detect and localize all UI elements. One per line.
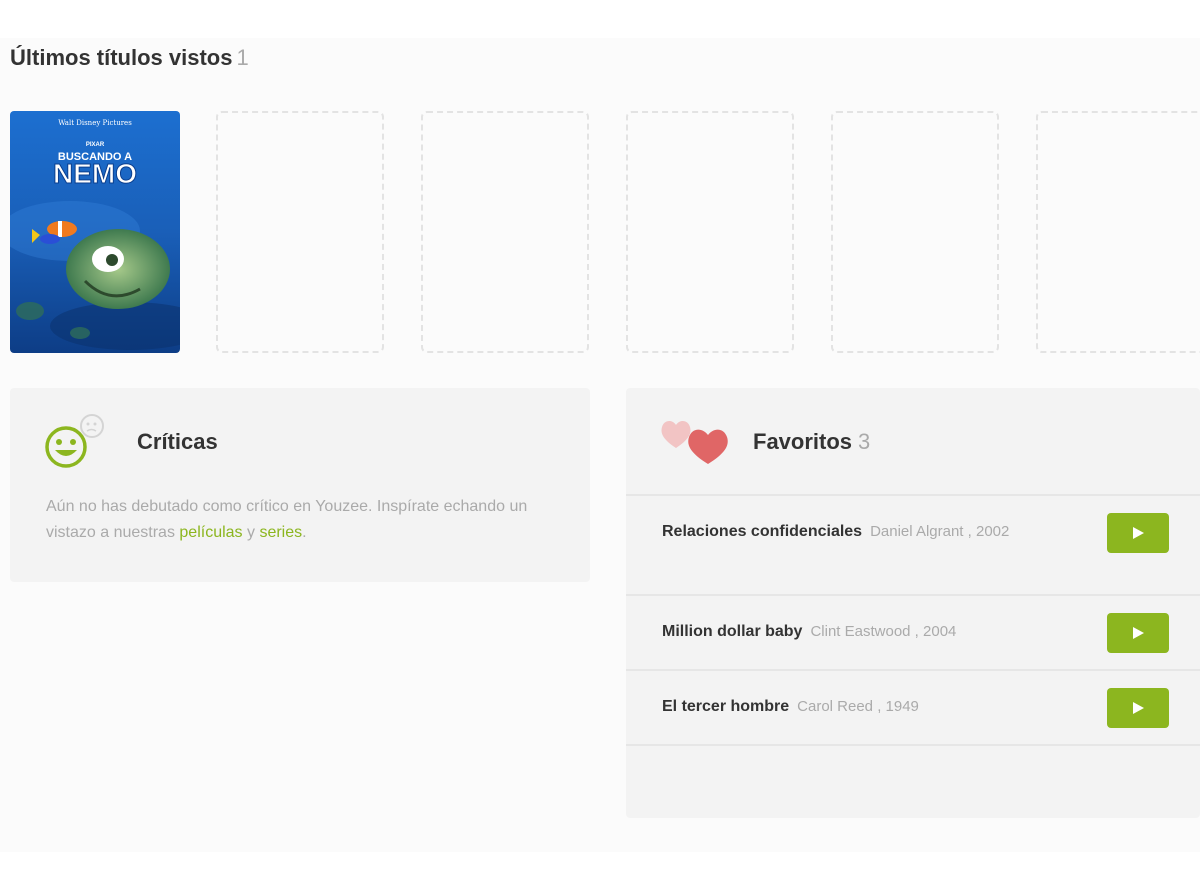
favorite-title[interactable]: Million dollar baby	[662, 623, 802, 640]
favoritos-count: 3	[858, 429, 871, 454]
empty-slot	[626, 111, 794, 353]
favorite-info: Million dollar baby Clint Eastwood , 2004	[662, 619, 1062, 645]
play-icon	[1133, 702, 1144, 714]
series-link[interactable]: series	[259, 524, 302, 541]
play-icon	[1133, 627, 1144, 639]
criticas-title: Críticas	[137, 429, 218, 454]
favorite-meta: Clint Eastwood , 2004	[810, 623, 957, 640]
criticas-panel: Críticas Aún no has debutado como crític…	[10, 388, 590, 582]
poster-studio-2: PIXAR	[86, 142, 105, 148]
favorite-title[interactable]: El tercer hombre	[662, 698, 789, 715]
poster-studio: Walt Disney Pictures	[58, 119, 132, 127]
empty-slot	[216, 111, 384, 353]
empty-slot	[1036, 111, 1200, 353]
favoritos-panel: Favoritos 3 Relaciones confidenciales Dani…	[626, 388, 1200, 818]
criticas-text-after: .	[302, 524, 307, 541]
favorite-item[interactable]: El tercer hombre Carol Reed , 1949	[626, 669, 1200, 745]
favoritos-heading: Favoritos 3	[753, 429, 870, 455]
criticas-text-middle: y	[242, 524, 260, 541]
peliculas-link[interactable]: películas	[179, 524, 242, 541]
play-button[interactable]	[1107, 688, 1169, 728]
recent-count: 1	[236, 45, 249, 70]
favorite-item[interactable]: Relaciones confidenciales Daniel Algrant …	[626, 494, 1200, 596]
recent-section-title: Últimos títulos vistos 1	[10, 45, 249, 71]
empty-slot	[421, 111, 589, 353]
recent-title-text: Últimos títulos vistos	[10, 45, 233, 70]
top-band	[0, 0, 1200, 38]
bottom-band	[0, 852, 1200, 884]
favorite-meta: Daniel Algrant , 2002	[870, 523, 1010, 540]
play-button[interactable]	[1107, 613, 1169, 653]
favorites-divider	[626, 744, 1200, 746]
favoritos-title: Favoritos	[753, 429, 853, 454]
favorite-item[interactable]: Million dollar baby Clint Eastwood , 2004	[626, 594, 1200, 670]
favorite-title[interactable]: Relaciones confidenciales	[662, 523, 862, 540]
favorite-meta: Carol Reed , 1949	[797, 698, 919, 715]
empty-slot	[831, 111, 999, 353]
movie-poster-nemo[interactable]: Walt Disney Pictures PIXAR BUSCANDO A NE…	[10, 111, 180, 353]
favorite-info: El tercer hombre Carol Reed , 1949	[662, 694, 1062, 720]
play-icon	[1133, 527, 1144, 539]
play-button[interactable]	[1107, 513, 1169, 553]
smiley-icon	[45, 414, 104, 468]
criticas-message: Aún no has debutado como crítico en Youz…	[46, 494, 556, 546]
poster-title-main: NEMO	[53, 158, 137, 189]
favorite-info: Relaciones confidenciales Daniel Algrant …	[662, 519, 1062, 545]
poster-artwork: Walt Disney Pictures PIXAR BUSCANDO A NE…	[10, 111, 180, 353]
hearts-icon	[661, 421, 728, 464]
